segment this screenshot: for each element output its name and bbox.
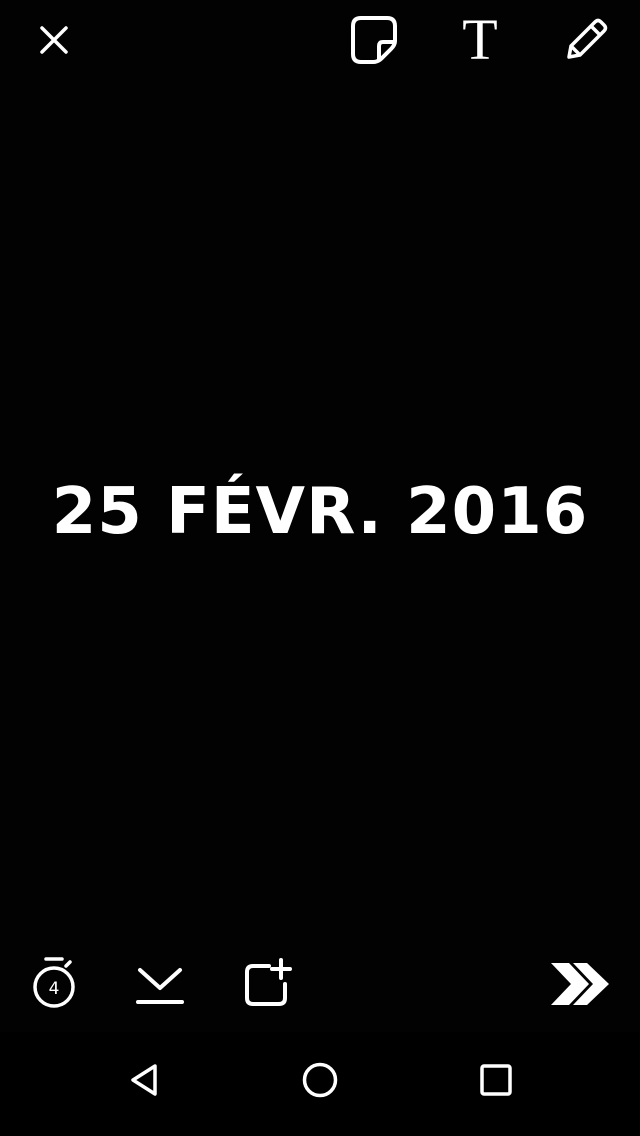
timer-seconds: 4 [48, 979, 60, 999]
close-icon [40, 26, 68, 54]
download-icon [136, 968, 184, 1004]
add-to-story-icon [245, 958, 292, 1006]
nav-back-button[interactable] [118, 1054, 170, 1106]
timer-button[interactable]: 4 [26, 952, 82, 1016]
system-nav-bar [0, 1032, 640, 1136]
date-caption[interactable]: 25 FÉVR. 2016 [0, 472, 640, 552]
add-to-story-button[interactable] [238, 954, 296, 1014]
text-tool-icon: T [462, 7, 498, 72]
snap-editor-screen: T 25 FÉVR. 2016 4 [0, 0, 640, 1136]
home-circle-icon [302, 1062, 338, 1098]
nav-recents-button[interactable] [470, 1054, 522, 1106]
sticker-button[interactable] [344, 10, 404, 70]
close-button[interactable] [26, 12, 82, 68]
text-tool-button[interactable]: T [452, 10, 508, 70]
pencil-button[interactable] [558, 10, 614, 70]
recents-square-icon [480, 1064, 512, 1096]
send-arrow-icon [551, 963, 609, 1005]
send-button[interactable] [544, 954, 616, 1014]
back-triangle-icon [131, 1064, 157, 1096]
nav-home-button[interactable] [294, 1054, 346, 1106]
sticker-icon [351, 16, 397, 64]
pencil-icon [567, 18, 608, 59]
save-button[interactable] [132, 956, 188, 1012]
